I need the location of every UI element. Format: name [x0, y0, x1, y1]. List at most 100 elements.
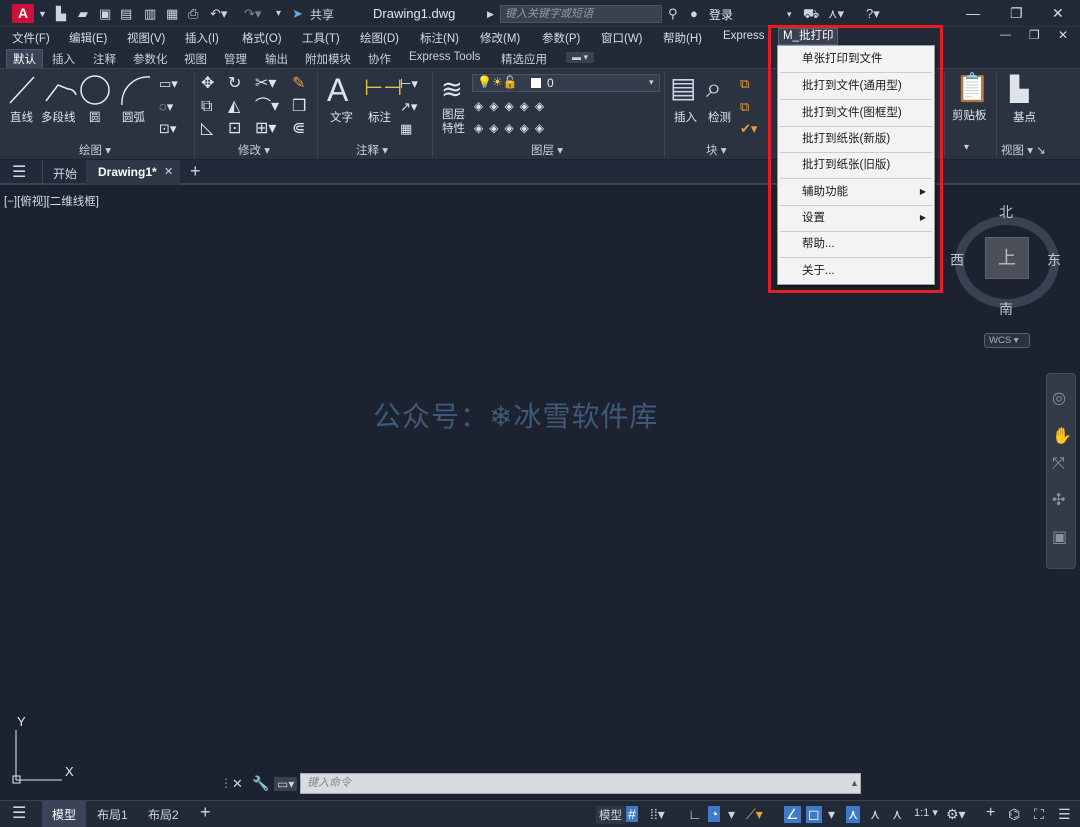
share-label[interactable]: 共享	[310, 6, 334, 23]
add-tab-icon[interactable]: +	[190, 161, 201, 182]
polar-icon[interactable]: ◔	[708, 806, 721, 822]
move-icon[interactable]: ✥	[201, 76, 214, 92]
object-snap-track-icon[interactable]: ∠	[784, 806, 801, 823]
tool-line[interactable]: 直线	[10, 109, 33, 125]
compass-north[interactable]: 北	[999, 202, 1013, 222]
explode-icon[interactable]: ❒	[292, 99, 306, 115]
tab-output[interactable]: 输出	[265, 51, 288, 67]
chevron-down-icon[interactable]: ▾	[728, 806, 735, 823]
grip-icon[interactable]: ⋮	[220, 776, 232, 790]
panel-draw[interactable]: 绘图 ▾	[79, 142, 111, 158]
panel-block[interactable]: 块 ▾	[706, 142, 726, 158]
clipboard-icon[interactable]: 📋	[955, 74, 990, 102]
basepoint-icon[interactable]: ▙	[1010, 78, 1028, 102]
tab-view[interactable]: 视图	[184, 51, 207, 67]
tab-insert[interactable]: 插入	[52, 51, 75, 67]
fullscreen-icon[interactable]: ⛶	[1034, 806, 1044, 823]
menu-insert[interactable]: 插入(I)	[185, 30, 219, 46]
array-icon[interactable]: ⊞▾	[255, 121, 276, 137]
linear-dim-icon[interactable]: ⊢▾	[400, 76, 418, 92]
new-file-icon[interactable]: ▙	[56, 6, 66, 22]
menu-window[interactable]: 窗口(W)	[601, 30, 643, 46]
tab-parametric[interactable]: 参数化	[133, 51, 168, 67]
tool-circle[interactable]: 圆	[89, 109, 101, 125]
tab-model[interactable]: 模型	[52, 806, 76, 823]
showmotion-icon[interactable]: ▣	[1052, 527, 1067, 547]
auto-scale-icon[interactable]: ⋏	[870, 806, 880, 823]
tab-default[interactable]: 默认	[6, 49, 43, 68]
user-icon[interactable]: ●	[690, 6, 698, 21]
command-prompt-icon[interactable]: ▭▾	[274, 777, 298, 791]
rectangle-icon[interactable]: ▭▾	[159, 76, 178, 92]
doc-minimize-icon[interactable]: —	[1000, 29, 1011, 41]
tool-clipboard[interactable]: 剪贴板	[952, 107, 987, 123]
grid-icon[interactable]: #	[626, 806, 638, 822]
compass-west[interactable]: 西	[950, 250, 964, 270]
redo-icon[interactable]: ↷▾	[244, 6, 261, 22]
tool-inspect[interactable]: 检测	[708, 109, 731, 125]
undo-icon[interactable]: ↶▾	[210, 6, 227, 22]
chevron-down-icon[interactable]: ▾	[787, 9, 792, 20]
command-history-icon[interactable]: ▲	[850, 778, 859, 788]
zoom-extents-icon[interactable]: ⤧	[1052, 455, 1065, 473]
publish-icon[interactable]: ▦	[166, 6, 178, 22]
mirror-icon[interactable]: ◭	[228, 99, 240, 115]
tool-arc[interactable]: 圆弧	[122, 109, 145, 125]
print-icon[interactable]: ⎙	[188, 6, 198, 22]
ortho-icon[interactable]: ∟	[688, 806, 702, 822]
share-icon[interactable]: ➤	[292, 6, 303, 22]
close-icon[interactable]: ✕	[1052, 5, 1064, 22]
wcs-menu[interactable]: WCS ▾	[984, 333, 1030, 348]
isodraft-icon[interactable]: ⟋▾	[746, 806, 763, 823]
tab-layout2[interactable]: 布局2	[148, 806, 179, 823]
orbit-icon[interactable]: ✣	[1052, 490, 1065, 510]
command-input[interactable]: 键入命令	[300, 773, 861, 794]
close-icon[interactable]: ✕	[164, 165, 173, 178]
attribute-icon[interactable]: ✔▾	[740, 121, 757, 137]
tool-text[interactable]: 文字	[330, 109, 353, 125]
doc-restore-icon[interactable]: ❐	[1029, 28, 1040, 42]
menu-express[interactable]: Express	[723, 30, 765, 42]
tab-collaborate[interactable]: 协作	[368, 51, 391, 67]
cart-icon[interactable]: ⛟	[803, 6, 819, 24]
tool-basepoint[interactable]: 基点	[1013, 109, 1036, 125]
object-snap-icon[interactable]: ◻	[806, 806, 822, 823]
steering-wheel-icon[interactable]: ◎	[1052, 388, 1066, 408]
menu-edit[interactable]: 编辑(E)	[69, 30, 107, 46]
wrench-icon[interactable]: 🔧	[252, 775, 269, 792]
autodesk-icon[interactable]: ⋏▾	[828, 6, 844, 22]
leader-icon[interactable]: ↗▾	[400, 99, 417, 115]
stretch-icon[interactable]: ◺	[201, 121, 213, 137]
panel-modify[interactable]: 修改 ▾	[238, 142, 270, 158]
layer-dropdown[interactable]: 💡☀🔓 0 ▾	[472, 74, 660, 92]
doc-close-icon[interactable]: ✕	[1058, 28, 1068, 42]
tab-express-tools[interactable]: Express Tools	[409, 51, 480, 63]
scale-icon[interactable]: ⊡	[228, 121, 241, 137]
trim-icon[interactable]: ✂▾	[255, 76, 276, 92]
login-button[interactable]: 登录	[709, 6, 733, 23]
insert-block-icon[interactable]: ▤	[670, 74, 696, 102]
search-input[interactable]: 键入关键字或短语	[500, 5, 662, 23]
panel-layers[interactable]: 图层 ▾	[531, 142, 563, 158]
menu-draw[interactable]: 绘图(D)	[360, 30, 399, 46]
hardware-accel-icon[interactable]: ⌬	[1008, 806, 1020, 823]
viewport-label[interactable]: [−][俯视][二维线框]	[4, 193, 99, 209]
tool-insert[interactable]: 插入	[674, 109, 697, 125]
pan-icon[interactable]: ✋	[1052, 426, 1072, 446]
edit-block-icon[interactable]: ⧉	[740, 99, 749, 115]
web-save-icon[interactable]: ▥	[144, 6, 156, 22]
layer-tools-row2[interactable]: ◈◈◈◈◈	[474, 120, 550, 136]
menu-help[interactable]: 帮助(H)	[663, 30, 702, 46]
tool-polyline[interactable]: 多段线	[41, 109, 76, 125]
annotation-visibility-icon[interactable]: ⋏	[846, 806, 861, 823]
menu-icon[interactable]: ☰	[12, 162, 26, 182]
search-icon[interactable]: ⚲	[668, 6, 678, 22]
restore-icon[interactable]: ❐	[1010, 5, 1023, 22]
add-icon[interactable]: +	[986, 804, 995, 822]
save-as-icon[interactable]: ▤	[120, 6, 132, 22]
snap-icon[interactable]: ⁞⁞▾	[650, 806, 665, 823]
save-icon[interactable]: ▣	[99, 6, 111, 22]
model-space-button[interactable]: 模型	[596, 806, 625, 824]
region-icon[interactable]: ⊡▾	[159, 121, 176, 137]
erase-icon[interactable]: ✎	[292, 76, 305, 92]
